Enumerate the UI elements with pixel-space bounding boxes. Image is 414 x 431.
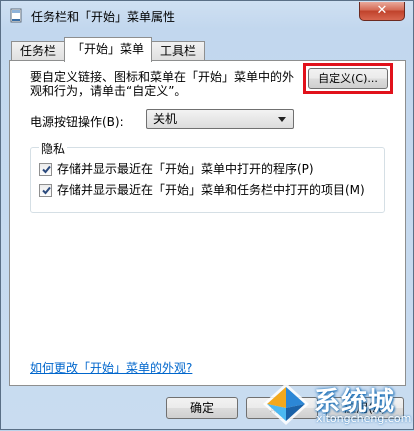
title-bar[interactable]: 任务栏和「开始」菜单属性 ✕ bbox=[1, 1, 413, 31]
ok-button[interactable]: 确定 bbox=[166, 397, 238, 419]
properties-dialog: 任务栏和「开始」菜单属性 ✕ 任务栏 「开始」菜单 工具栏 要自定义链接、图标和… bbox=[0, 0, 414, 430]
watermark-url: xitongcheng.com bbox=[316, 412, 412, 425]
recent-items-label: 存储并显示最近在「开始」菜单和任务栏中打开的项目(M) bbox=[57, 183, 365, 197]
tab-strip: 任务栏 「开始」菜单 工具栏 bbox=[9, 37, 409, 62]
taskbar-properties-icon bbox=[10, 8, 24, 24]
tab-start-menu[interactable]: 「开始」菜单 bbox=[64, 37, 152, 62]
close-icon: ✕ bbox=[376, 3, 388, 18]
start-menu-panel: 要自定义链接、图标和菜单在「开始」菜单中的外观和行为，请单击“自定义”。 自定义… bbox=[9, 60, 406, 386]
power-button-value: 关机 bbox=[153, 112, 178, 126]
recent-programs-checkbox[interactable] bbox=[39, 163, 52, 176]
customize-button[interactable]: 自定义(C)... bbox=[308, 68, 388, 89]
customize-description: 要自定义链接、图标和菜单在「开始」菜单中的外观和行为，请单击“自定义”。 bbox=[30, 70, 295, 98]
tab-taskbar[interactable]: 任务栏 bbox=[11, 41, 65, 60]
close-button[interactable]: ✕ bbox=[359, 2, 405, 21]
window-title: 任务栏和「开始」菜单属性 bbox=[31, 10, 176, 24]
power-button-select[interactable]: 关机 bbox=[146, 109, 294, 129]
start-menu-help-link[interactable]: 如何更改「开始」菜单的外观? bbox=[30, 359, 192, 376]
site-watermark: 系统城 xitongcheng.com bbox=[259, 379, 414, 431]
privacy-group: 隐私 存储并显示最近在「开始」菜单中打开的程序(P) 存储并显示最近在「开始」菜… bbox=[30, 140, 385, 213]
checkmark-icon bbox=[42, 186, 51, 195]
recent-items-checkbox[interactable] bbox=[39, 184, 52, 197]
watermark-logo-icon bbox=[263, 383, 309, 425]
recent-programs-label: 存储并显示最近在「开始」菜单中打开的程序(P) bbox=[57, 162, 314, 176]
power-button-label: 电源按钮操作(B): bbox=[30, 115, 124, 129]
checkmark-icon bbox=[42, 165, 51, 174]
privacy-group-title: 隐私 bbox=[39, 140, 68, 157]
chevron-down-icon bbox=[278, 117, 286, 122]
tab-toolbars[interactable]: 工具栏 bbox=[151, 41, 205, 60]
